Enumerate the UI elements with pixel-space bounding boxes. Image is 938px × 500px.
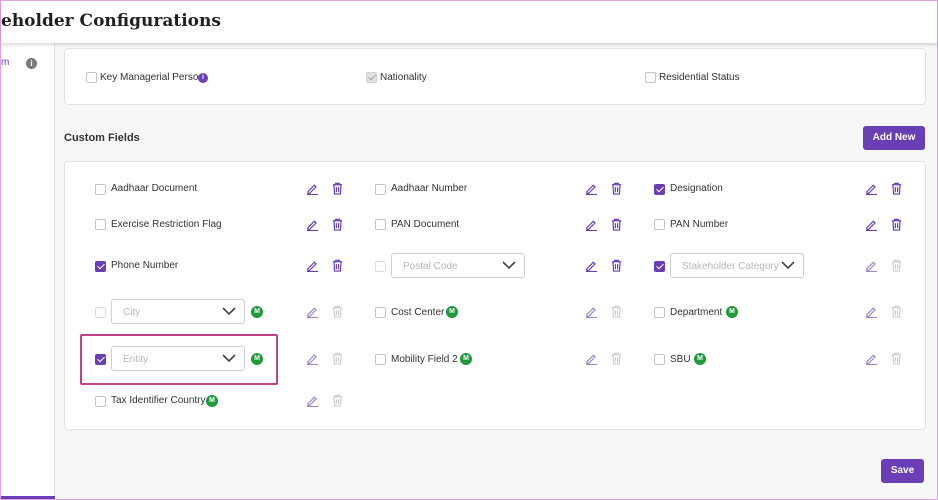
edit-icon[interactable] — [865, 182, 878, 195]
main-content: Key Managerial Person i Nationality Resi… — [55, 43, 937, 499]
postal-code-placeholder: Postal Code — [403, 261, 458, 272]
stakeholder-category-checkbox[interactable] — [654, 261, 665, 272]
edit-icon[interactable] — [306, 259, 319, 272]
designation-label: Designation — [670, 183, 723, 194]
key-managerial-person-label: Key Managerial Person — [100, 72, 204, 83]
chevron-down-icon — [222, 307, 236, 316]
edit-icon[interactable] — [306, 394, 319, 407]
city-placeholder: City — [123, 307, 141, 318]
page-title: eholder Configurations — [1, 11, 221, 31]
trash-icon[interactable] — [890, 182, 903, 195]
edit-icon[interactable] — [865, 259, 878, 272]
save-button[interactable]: Save — [881, 459, 924, 483]
edit-icon[interactable] — [865, 218, 878, 231]
edit-icon[interactable] — [585, 259, 598, 272]
page-header: eholder Configurations — [1, 1, 937, 43]
edit-icon[interactable] — [585, 352, 598, 365]
edit-icon[interactable] — [865, 305, 878, 318]
edit-icon[interactable] — [306, 182, 319, 195]
phone-number-checkbox[interactable] — [95, 261, 106, 272]
trash-icon — [891, 352, 902, 365]
aadhaar-number-label: Aadhaar Number — [391, 183, 468, 194]
mandatory-badge: M — [460, 353, 472, 365]
chevron-down-icon — [781, 261, 795, 270]
city-checkbox[interactable] — [95, 307, 106, 318]
trash-icon[interactable] — [890, 218, 903, 231]
stakeholder-category-select[interactable]: Stakeholder Category — [670, 253, 804, 278]
edit-icon[interactable] — [585, 305, 598, 318]
cost-center-checkbox[interactable] — [375, 307, 386, 318]
city-select[interactable]: City — [111, 299, 245, 324]
exercise-restriction-flag-label: Exercise Restriction Flag — [111, 219, 222, 230]
pan-number-checkbox[interactable] — [654, 219, 665, 230]
pan-document-checkbox[interactable] — [375, 219, 386, 230]
left-tab-label[interactable]: m — [1, 57, 9, 68]
edit-icon[interactable] — [585, 182, 598, 195]
key-managerial-person-checkbox[interactable] — [86, 72, 97, 83]
pan-number-label: PAN Number — [670, 219, 729, 230]
trash-icon[interactable] — [331, 218, 344, 231]
mandatory-badge: M — [694, 353, 706, 365]
trash-icon[interactable] — [610, 218, 623, 231]
chevron-down-icon — [502, 261, 516, 270]
left-panel: m i — [1, 43, 55, 499]
edit-icon[interactable] — [585, 218, 598, 231]
postal-code-checkbox[interactable] — [375, 261, 386, 272]
edit-icon[interactable] — [306, 305, 319, 318]
department-checkbox[interactable] — [654, 307, 665, 318]
info-icon: i — [198, 73, 208, 83]
nationality-checkbox[interactable] — [366, 72, 377, 83]
designation-checkbox[interactable] — [654, 184, 665, 195]
edit-icon[interactable] — [865, 352, 878, 365]
exercise-restriction-flag-checkbox[interactable] — [95, 219, 106, 230]
trash-icon — [891, 305, 902, 318]
residential-status-label: Residential Status — [659, 72, 740, 83]
residential-status-checkbox[interactable] — [645, 72, 656, 83]
custom-fields-card — [64, 161, 926, 430]
mandatory-badge: M — [446, 306, 458, 318]
aadhaar-number-checkbox[interactable] — [375, 184, 386, 195]
phone-number-label: Phone Number — [111, 260, 179, 271]
trash-icon[interactable] — [331, 182, 344, 195]
nationality-label: Nationality — [380, 72, 427, 83]
tax-identifier-country-checkbox[interactable] — [95, 396, 106, 407]
sbu-checkbox[interactable] — [654, 354, 665, 365]
pan-document-label: PAN Document — [391, 219, 460, 230]
trash-icon — [332, 352, 343, 365]
standard-fields-card: Key Managerial Person i Nationality Resi… — [64, 48, 926, 105]
mandatory-badge: M — [206, 395, 218, 407]
trash-icon — [611, 305, 622, 318]
edit-icon[interactable] — [306, 218, 319, 231]
trash-icon[interactable] — [331, 259, 344, 272]
info-icon: i — [26, 58, 37, 69]
trash-icon — [611, 352, 622, 365]
left-panel-accent — [1, 496, 55, 499]
mandatory-badge: M — [726, 306, 738, 318]
cost-center-label: Cost Center — [391, 307, 445, 318]
mobility-field-2-checkbox[interactable] — [375, 354, 386, 365]
department-label: Department — [670, 307, 723, 318]
trash-icon[interactable] — [610, 182, 623, 195]
mobility-field-2-label: Mobility Field 2 — [391, 354, 458, 365]
sbu-label: SBU — [670, 354, 691, 365]
postal-code-select[interactable]: Postal Code — [391, 253, 525, 278]
trash-icon — [891, 259, 902, 272]
custom-fields-title: Custom Fields — [64, 132, 140, 144]
trash-icon — [332, 305, 343, 318]
mandatory-badge: M — [251, 306, 263, 318]
aadhaar-document-checkbox[interactable] — [95, 184, 106, 195]
add-new-button[interactable]: Add New — [863, 126, 925, 150]
aadhaar-document-label: Aadhaar Document — [111, 183, 198, 194]
trash-icon — [332, 394, 343, 407]
tax-identifier-country-label: Tax Identifier Country — [111, 395, 206, 406]
trash-icon[interactable] — [610, 259, 623, 272]
edit-icon[interactable] — [306, 352, 319, 365]
stakeholder-category-placeholder: Stakeholder Category — [682, 261, 779, 272]
highlight-box — [80, 334, 278, 385]
